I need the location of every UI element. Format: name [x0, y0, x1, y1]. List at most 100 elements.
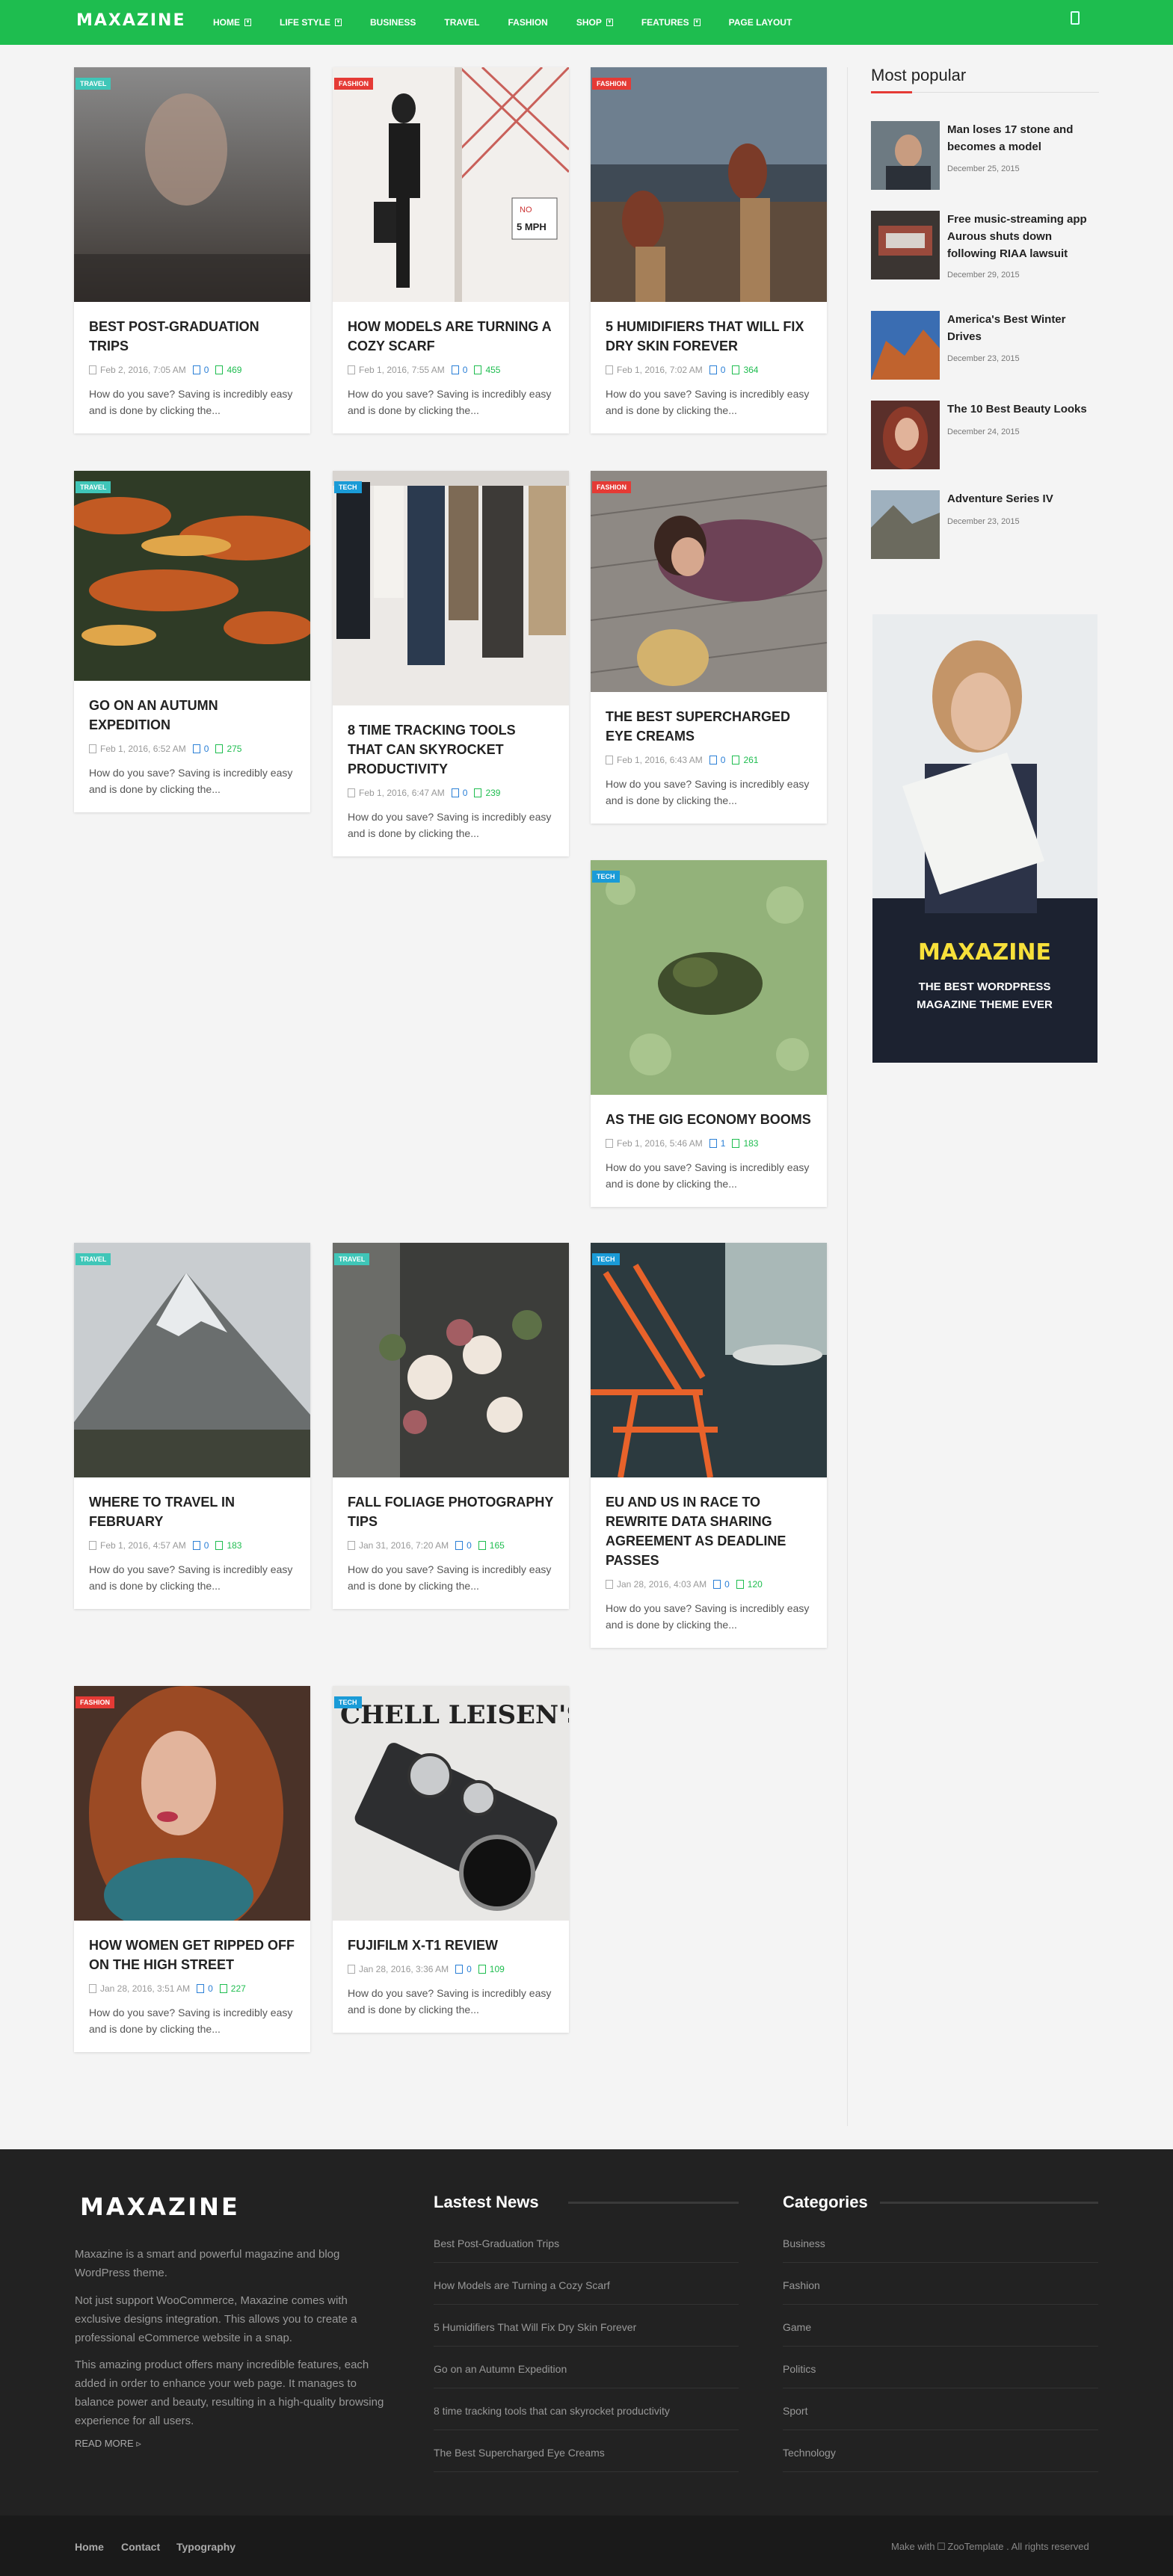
popular-item[interactable]: Free music-streaming app Aurous shuts do… [871, 211, 1099, 285]
comment-count[interactable]: 0 [192, 744, 209, 754]
post-title[interactable]: GO ON AN AUTUMN EXPEDITION [89, 696, 295, 735]
post-title[interactable]: THE BEST SUPERCHARGED EYE CREAMS [606, 707, 812, 746]
category-badge[interactable]: TRAVEL [76, 78, 111, 90]
post-title[interactable]: WHERE TO TRAVEL IN FEBRUARY [89, 1492, 295, 1531]
footer-logo[interactable]: MAXAZINE [80, 2193, 240, 2221]
comment-count[interactable]: 0 [197, 1983, 213, 1994]
post-card[interactable]: TECH EU AND US IN RACE TO REWRITE DATA S… [591, 1243, 827, 1648]
post-title[interactable]: FUJIFILM X-T1 REVIEW [348, 1936, 554, 1955]
post-image[interactable]: FASHION [591, 471, 827, 692]
category-link[interactable]: Fashion [783, 2279, 820, 2291]
category-badge[interactable]: FASHION [592, 78, 632, 90]
post-image[interactable]: FASHION [74, 1686, 310, 1921]
comment-count[interactable]: 0 [451, 365, 467, 375]
category-badge[interactable]: TRAVEL [76, 1253, 111, 1265]
popular-item[interactable]: America's Best Winter Drives December 23… [871, 311, 1099, 386]
nav-page-layout[interactable]: PAGE LAYOUT [729, 17, 792, 28]
post-title[interactable]: 8 TIME TRACKING TOOLS THAT CAN SKYROCKET… [348, 720, 554, 779]
post-card[interactable]: TRAVEL WHERE TO TRAVEL IN FEBRUARY Feb 1… [74, 1243, 310, 1609]
nav-travel[interactable]: TRAVEL [444, 17, 479, 28]
comment-count[interactable]: 0 [455, 1540, 472, 1551]
category-badge[interactable]: TECH [334, 481, 362, 493]
popular-item[interactable]: Adventure Series IV December 23, 2015 [871, 490, 1099, 565]
category-link[interactable]: Technology [783, 2447, 836, 2459]
post-card[interactable]: TECH AS THE GIG ECONOMY BOOMS Feb 1, 201… [591, 860, 827, 1207]
popular-item[interactable]: The 10 Best Beauty Looks December 24, 20… [871, 401, 1099, 475]
news-link[interactable]: How Models are Turning a Cozy Scarf [434, 2279, 610, 2291]
popular-thumb[interactable] [871, 490, 940, 559]
post-card[interactable]: CHELL LEISEN'S TECH FUJIFILM X-T1 REVIEW… [333, 1686, 569, 2033]
sidebar-advertisement[interactable]: MAXAZINE THE BEST WORDPRESS MAGAZINE THE… [872, 614, 1097, 1063]
post-card[interactable]: NO 5 MPH FASHION HOW MODELS ARE TURNING A… [333, 67, 569, 433]
site-logo[interactable]: MAXAZINE [76, 11, 186, 30]
popular-thumb[interactable] [871, 401, 940, 469]
bottom-link-contact[interactable]: Contact [121, 2541, 160, 2553]
popular-title[interactable]: America's Best Winter Drives [947, 311, 1097, 345]
news-link[interactable]: 8 time tracking tools that can skyrocket… [434, 2405, 670, 2417]
category-link[interactable]: Game [783, 2321, 811, 2333]
comment-count[interactable]: 0 [451, 788, 467, 798]
nav-shop[interactable]: SHOP ▾ [576, 17, 613, 28]
category-badge[interactable]: FASHION [76, 1696, 115, 1708]
popular-item[interactable]: Man loses 17 stone and becomes a model D… [871, 121, 1099, 196]
comment-count[interactable]: 1 [709, 1138, 725, 1149]
read-more-link[interactable]: READ MORE ▹ [75, 2438, 141, 2450]
nav-fashion[interactable]: FASHION [508, 17, 547, 28]
post-image[interactable]: TECH [333, 471, 569, 705]
post-title[interactable]: FALL FOLIAGE PHOTOGRAPHY TIPS [348, 1492, 554, 1531]
category-badge[interactable]: TRAVEL [334, 1253, 370, 1265]
ad-banner[interactable]: MAXAZINE THE BEST WORDPRESS MAGAZINE THE… [872, 614, 1097, 1063]
comment-count[interactable]: 0 [192, 1540, 209, 1551]
post-image[interactable]: TRAVEL [74, 1243, 310, 1477]
post-image[interactable]: TRAVEL [74, 67, 310, 302]
post-title[interactable]: AS THE GIG ECONOMY BOOMS [606, 1110, 812, 1129]
post-title[interactable]: EU AND US IN RACE TO REWRITE DATA SHARIN… [606, 1492, 812, 1570]
post-card[interactable]: FASHION HOW WOMEN GET RIPPED OFF ON THE … [74, 1686, 310, 2052]
nav-features[interactable]: FEATURES ▾ [641, 17, 701, 28]
post-image[interactable]: TRAVEL [333, 1243, 569, 1477]
post-card[interactable]: TRAVEL BEST POST-GRADUATION TRIPS Feb 2,… [74, 67, 310, 433]
comment-count[interactable]: 0 [192, 365, 209, 375]
news-link[interactable]: Go on an Autumn Expedition [434, 2363, 567, 2375]
popular-title[interactable]: The 10 Best Beauty Looks [947, 401, 1097, 418]
category-badge[interactable]: TECH [592, 871, 620, 883]
category-badge[interactable]: TECH [592, 1253, 620, 1265]
post-title[interactable]: HOW MODELS ARE TURNING A COZY SCARF [348, 317, 554, 356]
post-card[interactable]: TRAVEL GO ON AN AUTUMN EXPEDITION Feb 1,… [74, 471, 310, 812]
post-card[interactable]: FASHION 5 HUMIDIFIERS THAT WILL FIX DRY … [591, 67, 827, 433]
comment-count[interactable]: 0 [455, 1964, 472, 1974]
post-card[interactable]: TECH 8 TIME TRACKING TOOLS THAT CAN SKYR… [333, 471, 569, 856]
popular-thumb[interactable] [871, 311, 940, 380]
category-link[interactable]: Business [783, 2237, 825, 2249]
popular-thumb[interactable] [871, 121, 940, 190]
post-image[interactable]: FASHION [591, 67, 827, 302]
popular-thumb[interactable] [871, 211, 940, 279]
post-title[interactable]: 5 HUMIDIFIERS THAT WILL FIX DRY SKIN FOR… [606, 317, 812, 356]
post-card[interactable]: FASHION THE BEST SUPERCHARGED EYE CREAMS… [591, 471, 827, 824]
post-title[interactable]: BEST POST-GRADUATION TRIPS [89, 317, 295, 356]
popular-title[interactable]: Adventure Series IV [947, 490, 1097, 507]
bottom-link-typography[interactable]: Typography [176, 2541, 235, 2553]
news-link[interactable]: The Best Supercharged Eye Creams [434, 2447, 605, 2459]
category-badge[interactable]: TRAVEL [76, 481, 111, 493]
comment-count[interactable]: 0 [709, 365, 725, 375]
post-card[interactable]: TRAVEL FALL FOLIAGE PHOTOGRAPHY TIPS Jan… [333, 1243, 569, 1609]
mobile-menu-icon[interactable] [1071, 11, 1080, 25]
category-link[interactable]: Sport [783, 2405, 807, 2417]
category-badge[interactable]: TECH [334, 1696, 362, 1708]
post-image[interactable]: TECH [591, 860, 827, 1095]
comment-count[interactable]: 0 [709, 755, 725, 765]
category-link[interactable]: Politics [783, 2363, 816, 2375]
post-image[interactable]: CHELL LEISEN'S TECH [333, 1686, 569, 1921]
category-badge[interactable]: FASHION [334, 78, 374, 90]
news-link[interactable]: 5 Humidifiers That Will Fix Dry Skin For… [434, 2321, 636, 2333]
popular-title[interactable]: Free music-streaming app Aurous shuts do… [947, 211, 1097, 262]
nav-home[interactable]: HOME ▾ [213, 17, 251, 28]
news-link[interactable]: Best Post-Graduation Trips [434, 2237, 559, 2249]
nav-business[interactable]: BUSINESS [370, 17, 416, 28]
post-image[interactable]: TECH [591, 1243, 827, 1477]
post-image[interactable]: NO 5 MPH FASHION [333, 67, 569, 302]
popular-title[interactable]: Man loses 17 stone and becomes a model [947, 121, 1097, 155]
post-image[interactable]: TRAVEL [74, 471, 310, 681]
category-badge[interactable]: FASHION [592, 481, 632, 493]
